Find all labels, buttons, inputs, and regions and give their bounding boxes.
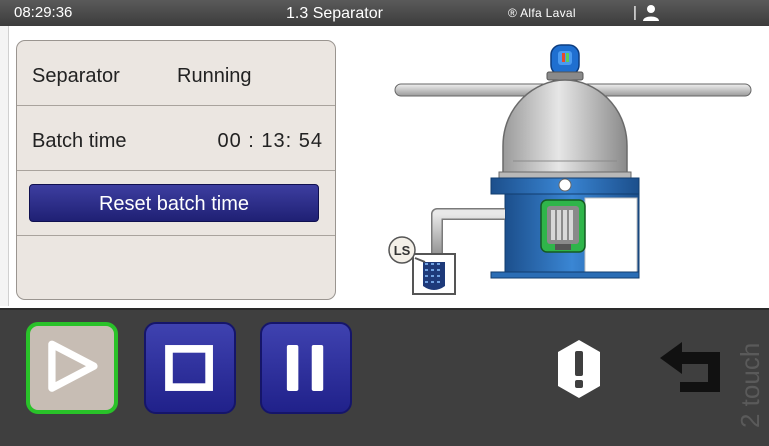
stop-icon (165, 345, 213, 391)
beacon-icon (546, 44, 584, 81)
level-switch-icon: LS (388, 236, 426, 264)
start-button[interactable] (26, 322, 118, 414)
reset-row: Reset batch time (17, 171, 335, 236)
separator-status-value: Running (177, 65, 252, 87)
motor-icon (540, 199, 586, 253)
pause-icon (286, 345, 324, 391)
brand-vertical-label: 2 touch (735, 342, 765, 428)
alarm-icon[interactable] (556, 338, 602, 400)
clock: 08:29:36 (14, 4, 73, 21)
bottom-toolbar: 2 touch (0, 308, 769, 446)
level-switch-label: LS (394, 243, 411, 258)
status-panel: Separator Running Batch time 00 : 13: 54… (16, 40, 336, 300)
user-icon[interactable] (642, 4, 660, 22)
divider: | (633, 4, 637, 21)
pause-button[interactable] (260, 322, 352, 414)
batch-time-row: Batch time 00 : 13: 54 (17, 106, 335, 171)
top-bar: 08:29:36 1.3 Separator ® Alfa Laval | (0, 0, 769, 26)
batch-time-label: Batch time (32, 130, 127, 152)
separator-status-row: Separator Running (17, 41, 335, 106)
separator-graphic: LS (388, 44, 752, 295)
frame-edge (0, 26, 9, 306)
batch-time-value: 00 : 13: 54 (217, 130, 323, 152)
brand-label: ® Alfa Laval (508, 6, 576, 20)
play-icon (48, 340, 98, 392)
stop-button[interactable] (144, 322, 236, 414)
reset-batch-time-button[interactable]: Reset batch time (29, 184, 319, 222)
separator-label: Separator (32, 65, 120, 87)
page-title: 1.3 Separator (286, 5, 383, 22)
back-icon[interactable] (658, 340, 730, 396)
